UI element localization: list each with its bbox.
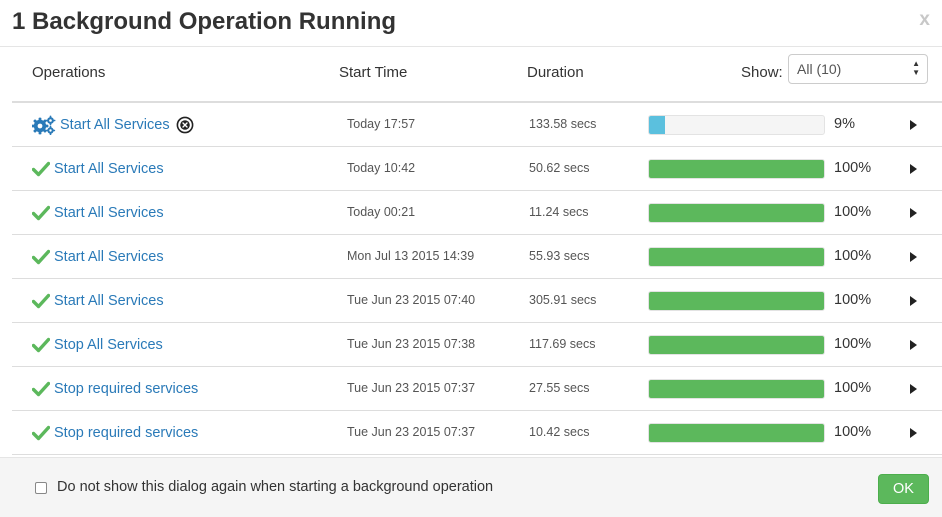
operation-link[interactable]: Start All Services: [54, 205, 164, 221]
progress-bar-fill: [649, 116, 665, 134]
operation-row[interactable]: Start All Services Mon Jul 13 2015 14:39 5…: [12, 235, 942, 279]
operation-name-cell: Start All Services: [31, 203, 164, 223]
progress-percent: 100%: [834, 424, 872, 440]
progress-percent: 9%: [834, 116, 855, 132]
ok-button[interactable]: OK: [878, 474, 929, 504]
dialog-header: 1 Background Operation Running x: [0, 0, 942, 47]
check-icon: [31, 161, 51, 177]
operation-name-cell: Stop All Services: [31, 335, 163, 355]
operation-link[interactable]: Stop All Services: [54, 337, 163, 353]
show-filter-select[interactable]: All (10) ▲ ▼: [788, 54, 928, 84]
operation-row[interactable]: Start All Services Today 17:57 133.58 secs…: [12, 103, 942, 147]
operation-name-cell: Start All Services: [31, 115, 194, 136]
operation-name-cell: Start All Services: [31, 247, 164, 267]
operation-link[interactable]: Start All Services: [54, 293, 164, 309]
operation-row[interactable]: Stop All Services Tue Jun 23 2015 07:38 11…: [12, 323, 942, 367]
progress-bar: [648, 379, 825, 399]
progress-percent: 100%: [834, 380, 872, 396]
operation-duration: 50.62 secs: [529, 161, 590, 175]
select-arrows-icon: ▲ ▼: [912, 59, 920, 77]
progress-bar: [648, 423, 825, 443]
operation-name-cell: Stop required services: [31, 379, 198, 399]
column-header-operations: Operations: [32, 64, 106, 81]
progress-bar-fill: [649, 424, 824, 442]
operation-row[interactable]: Start All Services Tue Jun 23 2015 07:40 3…: [12, 279, 942, 323]
expand-arrow-icon[interactable]: [910, 428, 917, 438]
operation-start-time: Today 17:57: [347, 117, 416, 131]
progress-bar: [648, 115, 825, 135]
operations-list: Start All Services Today 17:57 133.58 secs…: [12, 103, 942, 455]
show-filter-value: All (10): [797, 61, 842, 77]
operation-duration: 27.55 secs: [529, 381, 590, 395]
operation-row[interactable]: Start All Services Today 00:21 11.24 secs 1…: [12, 191, 942, 235]
operation-duration: 55.93 secs: [529, 249, 590, 263]
operation-start-time: Today 10:42: [347, 161, 416, 175]
operation-link[interactable]: Start All Services: [54, 249, 164, 265]
operation-start-time: Tue Jun 23 2015 07:38: [347, 337, 476, 351]
operation-link[interactable]: Start All Services: [60, 117, 170, 133]
check-icon: [31, 205, 51, 221]
operation-duration: 305.91 secs: [529, 293, 597, 307]
dialog-title: 1 Background Operation Running: [12, 8, 397, 35]
operation-duration: 133.58 secs: [529, 117, 597, 131]
operation-start-time: Tue Jun 23 2015 07:40: [347, 293, 476, 307]
show-filter-label: Show:: [741, 64, 783, 81]
column-header-duration: Duration: [527, 64, 584, 81]
expand-arrow-icon[interactable]: [910, 252, 917, 262]
do-not-show-label: Do not show this dialog again when start…: [57, 479, 494, 495]
progress-percent: 100%: [834, 292, 872, 308]
check-icon: [31, 381, 51, 397]
table-header: Operations Start Time Duration Show: All…: [12, 47, 942, 103]
column-header-start-time: Start Time: [339, 64, 408, 81]
gears-icon: [31, 115, 56, 136]
expand-arrow-icon[interactable]: [910, 208, 917, 218]
operation-link[interactable]: Start All Services: [54, 161, 164, 177]
expand-arrow-icon[interactable]: [910, 384, 917, 394]
progress-percent: 100%: [834, 336, 872, 352]
expand-arrow-icon[interactable]: [910, 340, 917, 350]
progress-bar-fill: [649, 248, 824, 266]
abort-icon[interactable]: [176, 116, 194, 134]
progress-bar: [648, 291, 825, 311]
progress-bar: [648, 335, 825, 355]
operation-row[interactable]: Stop required services Tue Jun 23 2015 07…: [12, 411, 942, 455]
progress-percent: 100%: [834, 248, 872, 264]
progress-bar: [648, 247, 825, 267]
operation-name-cell: Start All Services: [31, 159, 164, 179]
expand-arrow-icon[interactable]: [910, 296, 917, 306]
check-icon: [31, 425, 51, 441]
progress-percent: 100%: [834, 204, 872, 220]
progress-percent: 100%: [834, 160, 872, 176]
operation-link[interactable]: Stop required services: [54, 425, 198, 441]
progress-bar-fill: [649, 380, 824, 398]
progress-bar: [648, 203, 825, 223]
operation-name-cell: Stop required services: [31, 423, 198, 443]
expand-arrow-icon[interactable]: [910, 120, 917, 130]
operation-start-time: Today 00:21: [347, 205, 416, 219]
check-icon: [31, 249, 51, 265]
close-icon[interactable]: x: [919, 9, 930, 31]
progress-bar-fill: [649, 160, 824, 178]
operation-duration: 117.69 secs: [529, 337, 596, 351]
expand-arrow-icon[interactable]: [910, 164, 917, 174]
check-icon: [31, 293, 51, 309]
progress-bar: [648, 159, 825, 179]
operation-row[interactable]: Start All Services Today 10:42 50.62 secs 1…: [12, 147, 942, 191]
progress-bar-fill: [649, 336, 824, 354]
operation-start-time: Tue Jun 23 2015 07:37: [347, 425, 476, 439]
progress-bar-fill: [649, 204, 824, 222]
operation-duration: 11.24 secs: [529, 205, 589, 219]
operation-duration: 10.42 secs: [529, 425, 590, 439]
operation-name-cell: Start All Services: [31, 291, 164, 311]
operation-start-time: Tue Jun 23 2015 07:37: [347, 381, 476, 395]
check-icon: [31, 337, 51, 353]
progress-bar-fill: [649, 292, 824, 310]
dialog-footer: Do not show this dialog again when start…: [0, 457, 942, 517]
operation-link[interactable]: Stop required services: [54, 381, 198, 397]
operation-start-time: Mon Jul 13 2015 14:39: [347, 249, 475, 263]
do-not-show-checkbox[interactable]: [35, 482, 47, 494]
operation-row[interactable]: Stop required services Tue Jun 23 2015 07…: [12, 367, 942, 411]
